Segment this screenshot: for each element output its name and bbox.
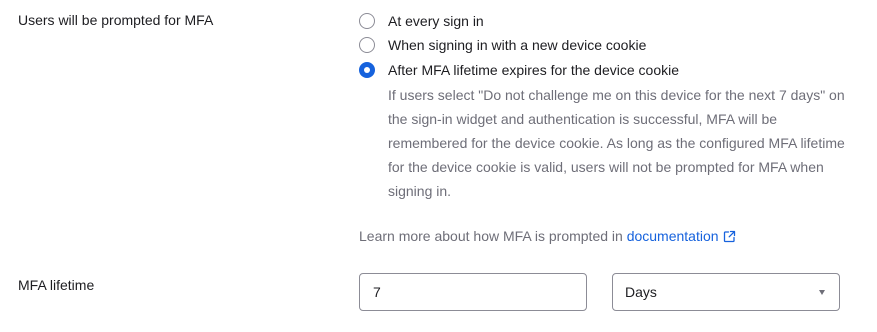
external-link-icon[interactable] <box>723 230 736 243</box>
radio-label: At every sign in <box>388 13 484 29</box>
mfa-lifetime-value[interactable]: 7 <box>373 284 381 300</box>
radio-button[interactable] <box>359 37 375 53</box>
radio-button[interactable] <box>359 13 375 29</box>
learn-more-prefix: Learn more about how MFA is prompted in <box>359 228 623 244</box>
chevron-down-icon[interactable] <box>819 289 825 295</box>
radio-new-device-cookie[interactable]: When signing in with a new device cookie <box>359 35 646 55</box>
mfa-lifetime-label: MFA lifetime <box>18 277 95 293</box>
documentation-link[interactable]: documentation <box>627 228 736 244</box>
documentation-link-label[interactable]: documentation <box>627 228 719 244</box>
mfa-lifetime-unit-select[interactable]: Days <box>612 273 840 311</box>
mfa-prompt-label: Users will be prompted for MFA <box>18 12 214 28</box>
radio-label: When signing in with a new device cookie <box>388 37 647 53</box>
radio-every-sign-in[interactable]: At every sign in <box>359 11 484 31</box>
mfa-lifetime-unit-value[interactable]: Days <box>625 284 657 300</box>
mfa-lifetime-input[interactable]: 7 <box>359 273 587 311</box>
option-description: If users select "Do not challenge me on … <box>388 87 845 199</box>
radio-label: After MFA lifetime expires for the devic… <box>388 62 680 78</box>
learn-more-text: Learn more about how MFA is prompted in … <box>359 228 736 244</box>
radio-mfa-lifetime-expires[interactable]: After MFA lifetime expires for the devic… <box>359 60 679 80</box>
radio-button-selected[interactable] <box>359 62 375 78</box>
